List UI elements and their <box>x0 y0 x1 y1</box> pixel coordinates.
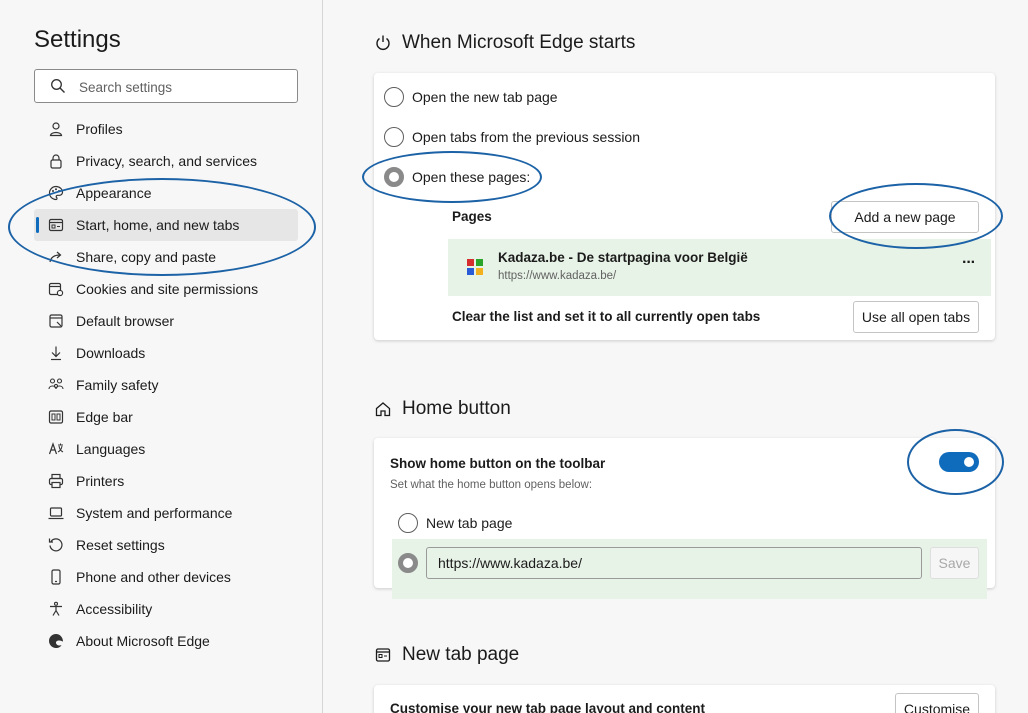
palette-icon <box>48 185 64 201</box>
radio-label: Open tabs from the previous session <box>412 129 641 145</box>
home-button-toggle[interactable] <box>939 452 979 472</box>
search-input[interactable] <box>79 77 279 97</box>
sidebar-item-phone-devices[interactable]: Phone and other devices <box>34 561 298 593</box>
toggle-knob <box>964 457 974 467</box>
clear-list-label: Clear the list and set it to all current… <box>452 309 761 324</box>
new-tab-title-text: New tab page <box>402 644 520 665</box>
sidebar-item-share-copy-paste[interactable]: Share, copy and paste <box>34 241 298 273</box>
settings-nav: Profiles Privacy, search, and services A… <box>34 113 298 657</box>
edge-bar-icon <box>48 410 64 424</box>
kadaza-favicon-icon <box>467 259 483 275</box>
startup-title-text: When Microsoft Edge starts <box>402 32 636 53</box>
home-url-input[interactable] <box>426 547 922 579</box>
page-entry-title: Kadaza.be - De startpagina voor België <box>498 250 748 265</box>
sidebar-item-label: Profiles <box>76 121 123 137</box>
family-icon <box>48 378 64 390</box>
sidebar-item-downloads[interactable]: Downloads <box>34 337 298 369</box>
sidebar-item-label: Printers <box>76 473 125 489</box>
sidebar-item-profiles[interactable]: Profiles <box>34 113 298 145</box>
sidebar-item-start-home-new-tabs[interactable]: Start, home, and new tabs <box>34 209 298 241</box>
laptop-icon <box>48 507 64 520</box>
phone-icon <box>51 569 61 585</box>
pages-label: Pages <box>452 209 492 224</box>
settings-sidebar: Settings Profiles Privacy, search, and s… <box>0 0 323 713</box>
radio-label: Open these pages: <box>412 169 531 185</box>
profile-icon <box>49 122 63 137</box>
sidebar-item-about-edge[interactable]: About Microsoft Edge <box>34 625 298 657</box>
sidebar-item-family-safety[interactable]: Family safety <box>34 369 298 401</box>
home-title-text: Home button <box>402 398 511 419</box>
radio-label: New tab page <box>426 515 513 531</box>
radio-new-tab-page[interactable] <box>384 87 404 107</box>
startup-section-title: When Microsoft Edge starts <box>374 32 635 54</box>
edge-logo-icon <box>49 634 63 648</box>
customise-label: Customise your new tab page layout and c… <box>390 701 706 713</box>
startup-card: Open the new tab page Open tabs from the… <box>374 73 995 340</box>
new-tab-card: Customise your new tab page layout and c… <box>374 685 995 713</box>
radio-home-new-tab-page[interactable] <box>398 513 418 533</box>
save-button[interactable]: Save <box>930 547 979 579</box>
sidebar-item-label: Share, copy and paste <box>76 249 217 265</box>
home-button-description: Set what the home button opens below: <box>390 479 593 491</box>
share-icon <box>49 251 62 263</box>
languages-icon <box>48 442 64 455</box>
startup-page-entry[interactable]: Kadaza.be - De startpagina voor België h… <box>448 239 991 296</box>
start-tabs-icon <box>48 218 64 232</box>
page-entry-url: https://www.kadaza.be/ <box>498 270 617 282</box>
sidebar-item-label: Start, home, and new tabs <box>76 217 240 233</box>
download-icon <box>51 346 61 361</box>
sidebar-item-privacy[interactable]: Privacy, search, and services <box>34 145 298 177</box>
search-box[interactable] <box>34 69 298 103</box>
sidebar-item-printers[interactable]: Printers <box>34 465 298 497</box>
cookies-icon <box>48 282 64 297</box>
home-icon <box>375 402 391 417</box>
show-home-button-label: Show home button on the toolbar <box>390 456 606 471</box>
reset-icon <box>48 538 63 552</box>
lock-icon <box>50 154 62 169</box>
radio-open-these-pages[interactable] <box>384 167 404 187</box>
sidebar-item-label: Downloads <box>76 345 146 361</box>
settings-main: When Microsoft Edge starts Open the new … <box>324 0 1028 713</box>
sidebar-item-label: Family safety <box>76 377 159 393</box>
sidebar-item-label: Reset settings <box>76 537 165 553</box>
sidebar-item-label: System and performance <box>76 505 233 521</box>
use-all-open-tabs-button[interactable]: Use all open tabs <box>853 301 979 333</box>
sidebar-item-cookies[interactable]: Cookies and site permissions <box>34 273 298 305</box>
home-button-card: Show home button on the toolbar Set what… <box>374 438 995 599</box>
sidebar-item-label: Edge bar <box>76 409 133 425</box>
home-section-title: Home button <box>374 398 511 420</box>
radio-label: Open the new tab page <box>412 89 558 105</box>
sidebar-item-label: Phone and other devices <box>76 569 231 585</box>
printer-icon <box>48 473 64 489</box>
browser-icon <box>49 314 63 328</box>
sidebar-item-label: Cookies and site permissions <box>76 281 259 297</box>
search-icon <box>51 79 65 93</box>
sidebar-item-reset-settings[interactable]: Reset settings <box>34 529 298 561</box>
sidebar-item-label: About Microsoft Edge <box>76 633 210 649</box>
sidebar-item-system-performance[interactable]: System and performance <box>34 497 298 529</box>
power-icon <box>376 35 390 50</box>
radio-home-url[interactable] <box>398 553 418 573</box>
sidebar-item-label: Privacy, search, and services <box>76 153 258 169</box>
radio-previous-session[interactable] <box>384 127 404 147</box>
accessibility-icon <box>50 601 62 616</box>
new-tab-icon <box>375 648 391 662</box>
home-url-row: Save <box>392 539 987 599</box>
sidebar-item-label: Languages <box>76 441 146 457</box>
sidebar-item-default-browser[interactable]: Default browser <box>34 305 298 337</box>
more-options-icon[interactable]: ··· <box>962 254 976 272</box>
sidebar-item-edge-bar[interactable]: Edge bar <box>34 401 298 433</box>
sidebar-item-accessibility[interactable]: Accessibility <box>34 593 298 625</box>
sidebar-item-appearance[interactable]: Appearance <box>34 177 298 209</box>
sidebar-item-label: Default browser <box>76 313 175 329</box>
sidebar-item-languages[interactable]: Languages <box>34 433 298 465</box>
new-tab-section-title: New tab page <box>374 644 519 666</box>
sidebar-item-label: Appearance <box>76 185 152 201</box>
settings-title: Settings <box>34 26 121 53</box>
add-new-page-button[interactable]: Add a new page <box>831 201 979 233</box>
customise-button[interactable]: Customise <box>895 693 979 713</box>
sidebar-item-label: Accessibility <box>76 601 153 617</box>
